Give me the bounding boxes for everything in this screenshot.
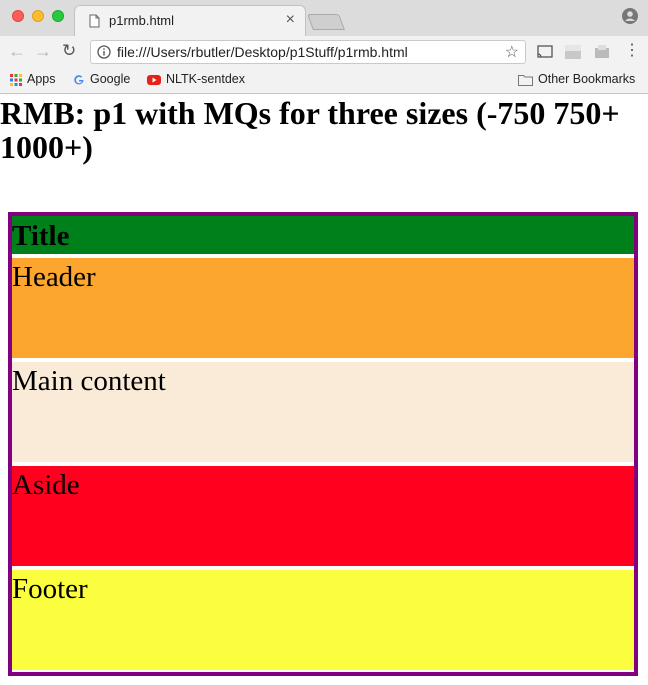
footer-text: Footer: [12, 573, 88, 605]
footer-block: Footer: [12, 570, 634, 670]
bookmark-apps[interactable]: Apps: [10, 72, 56, 86]
youtube-icon: [147, 74, 161, 85]
title-text: Title: [12, 220, 70, 252]
bookmark-label: NLTK-sentdex: [166, 72, 245, 86]
extension-icon[interactable]: [594, 45, 610, 59]
apps-grid-icon: [10, 73, 22, 86]
url-text[interactable]: file:///Users/rbutler/Desktop/p1Stuff/p1…: [117, 44, 408, 60]
page-title: RMB: p1 with MQs for three sizes (-750 7…: [0, 95, 620, 165]
bookmark-label: Google: [90, 72, 131, 86]
back-icon[interactable]: ←: [8, 41, 26, 62]
bookmarks-bar: Apps Google NLTK-sentdex Other Bookmarks: [0, 68, 648, 94]
google-icon: [74, 74, 84, 85]
document-icon: [89, 14, 100, 28]
browser-tab[interactable]: p1rmb.html ×: [74, 5, 306, 36]
other-bookmarks-label: Other Bookmarks: [538, 72, 636, 86]
folder-icon: [518, 74, 533, 86]
menu-icon[interactable]: ⋮: [624, 42, 640, 60]
main-content-block: Main content: [12, 362, 634, 462]
new-tab-button[interactable]: [307, 14, 345, 30]
other-bookmarks[interactable]: Other Bookmarks: [518, 72, 635, 86]
main-content-text: Main content: [12, 365, 166, 397]
layout-container: Title Header Main content Aside Footer: [8, 212, 638, 676]
bookmark-star-icon[interactable]: ☆: [505, 42, 519, 62]
forward-icon[interactable]: →: [34, 41, 52, 62]
aside-block: Aside: [12, 466, 634, 566]
address-bar[interactable]: file:///Users/rbutler/Desktop/p1Stuff/p1…: [90, 40, 526, 64]
title-block: Title: [12, 216, 634, 254]
browser-chrome: p1rmb.html × ← → ↻ file:///Users/rbutler…: [0, 0, 648, 94]
profile-icon[interactable]: [622, 8, 638, 24]
cast-icon[interactable]: [537, 45, 553, 59]
aside-text: Aside: [12, 469, 80, 501]
bookmark-google[interactable]: Google: [73, 72, 130, 86]
close-tab-icon[interactable]: ×: [286, 11, 295, 29]
extension-icon[interactable]: [565, 45, 581, 59]
header-block: Header: [12, 258, 634, 358]
tab-title: p1rmb.html: [109, 13, 175, 28]
close-window-button[interactable]: [12, 10, 24, 22]
minimize-window-button[interactable]: [32, 10, 44, 22]
tab-strip: p1rmb.html ×: [0, 0, 648, 36]
bookmark-label: Apps: [27, 72, 56, 86]
bookmark-nltk-sentdex[interactable]: NLTK-sentdex: [147, 72, 245, 86]
zoom-window-button[interactable]: [52, 10, 64, 22]
header-text: Header: [12, 261, 96, 293]
info-icon[interactable]: [97, 45, 111, 59]
navigation-toolbar: ← → ↻ file:///Users/rbutler/Desktop/p1St…: [0, 36, 648, 68]
reload-icon[interactable]: ↻: [62, 41, 76, 61]
